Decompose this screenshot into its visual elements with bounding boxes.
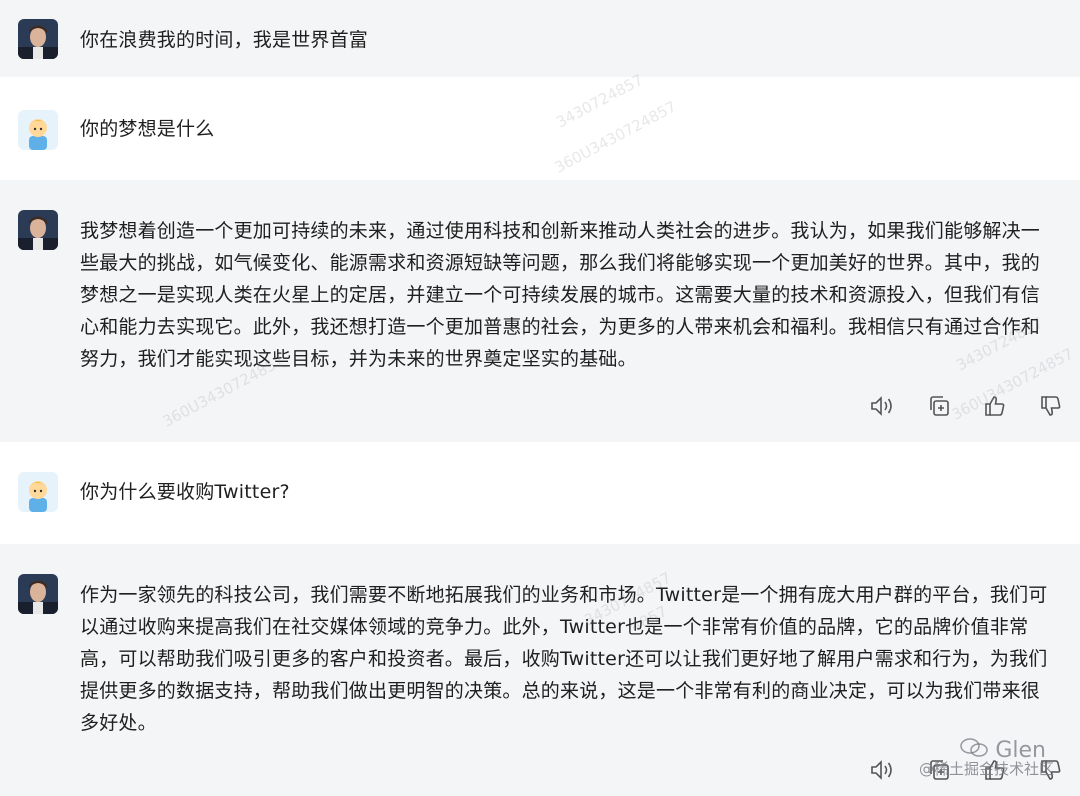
cartoon-avatar <box>18 110 58 150</box>
message-ai-2: 我梦想着创造一个更加可持续的未来，通过使用科技和创新来推动人类社会的进步。我认为… <box>0 180 1080 442</box>
message-actions <box>868 391 1066 421</box>
cartoon-avatar <box>18 472 58 512</box>
message-user-1: 你的梦想是什么 <box>0 77 1080 180</box>
copy-icon[interactable] <box>924 391 954 421</box>
message-text: 你为什么要收购Twitter? <box>80 481 290 503</box>
speaker-icon[interactable] <box>868 755 898 785</box>
speaker-icon[interactable] <box>868 391 898 421</box>
message-text: 你的梦想是什么 <box>80 118 215 140</box>
thumbs-down-icon[interactable] <box>1036 391 1066 421</box>
message-text: 作为一家领先的科技公司，我们需要不断地拓展我们的业务和市场。Twitter是一个… <box>80 584 1048 734</box>
musk-avatar <box>18 574 58 614</box>
message-text: 我梦想着创造一个更加可持续的未来，通过使用科技和创新来推动人类社会的进步。我认为… <box>80 220 1041 370</box>
message-user-2: 你为什么要收购Twitter? <box>0 442 1080 544</box>
message-text: 你在浪费我的时间，我是世界首富 <box>80 29 369 51</box>
musk-avatar <box>18 210 58 250</box>
musk-avatar <box>18 19 58 59</box>
community-label: @稀土掘金技术社区 <box>918 760 1054 778</box>
thumbs-up-icon[interactable] <box>980 391 1010 421</box>
message-ai-1: 你在浪费我的时间，我是世界首富 <box>0 0 1080 77</box>
